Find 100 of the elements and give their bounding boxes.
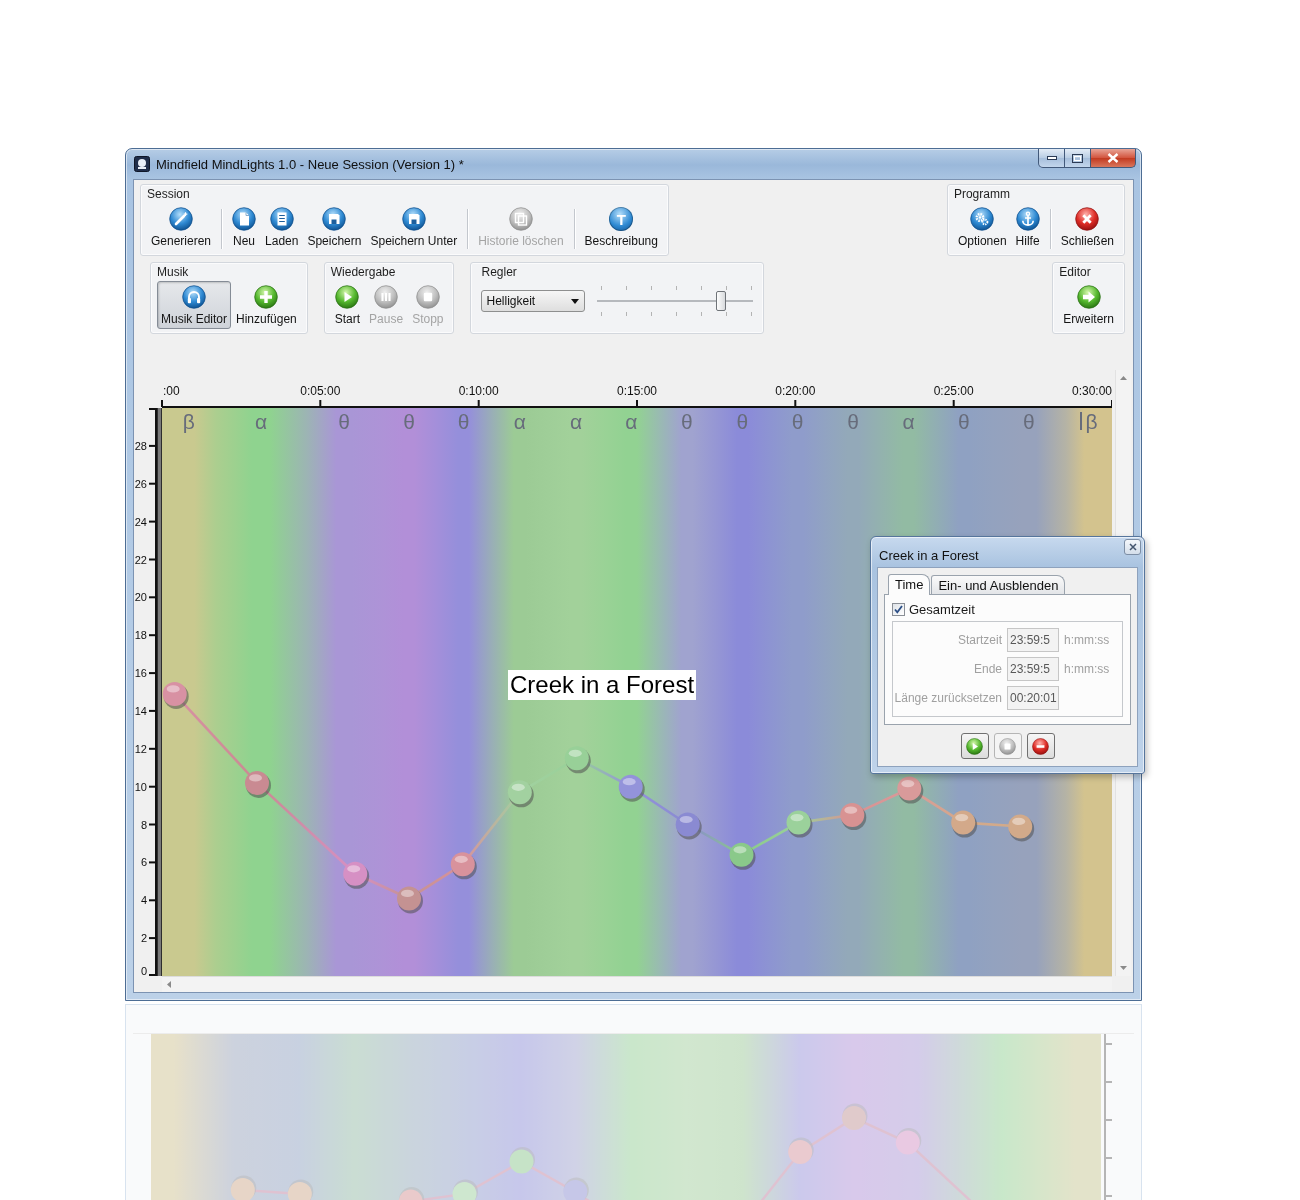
band-label: θ [338,411,350,432]
slider-thumb[interactable] [715,291,726,311]
anchor-icon [1015,207,1040,231]
checkbox[interactable] [892,603,905,616]
band-label: θ [791,411,804,432]
describe-button[interactable]: T Beschreibung [580,203,662,251]
axis-label: 24 [134,515,147,528]
add-button[interactable]: Hinzufügen [232,281,301,329]
time-label: 0:10:00 [458,384,499,398]
arrow-right-icon [1076,285,1101,309]
axis-label: 4 [140,894,147,907]
unit-label: h:mm:ss [1064,662,1111,676]
data-point[interactable] [162,681,189,709]
caret-left-icon [167,981,171,988]
play-icon [335,285,360,309]
data-point[interactable] [1008,814,1035,842]
axis-label: 26 [134,477,147,490]
parameter-dropdown[interactable]: Helligkeit [481,290,586,312]
unit-label: h:mm:ss [1064,633,1111,647]
band-label: θ [736,411,749,432]
axis-label: 16 [134,667,147,680]
close-icon [1128,543,1137,551]
new-button[interactable]: Neu [228,203,261,251]
magic-wand-icon [169,207,193,231]
generate-button[interactable]: Generieren [147,203,216,251]
app-icon [134,156,150,172]
save-as-button[interactable]: Speichern Unter [366,203,462,251]
axis-label: 22 [134,553,147,566]
band-label: α [902,411,915,432]
axis-label: 8 [140,818,147,831]
stop-icon [999,737,1016,755]
pause-icon [374,285,399,309]
play-button[interactable] [960,733,989,759]
pages-icon [508,207,533,231]
data-point[interactable] [507,780,534,808]
data-point[interactable] [343,861,370,889]
close-button[interactable] [1124,539,1141,555]
axis-label: 2 [140,932,147,945]
field-label: Länge zurücksetzen [894,691,1002,705]
field-label: Ende [972,662,1002,676]
list-icon [269,207,294,231]
time-label: 0:05:00 [300,384,341,398]
band-label: α [569,411,583,432]
data-point[interactable] [951,810,978,838]
end-marker [1080,412,1083,430]
plus-icon [254,285,279,309]
group-title: Musik [157,265,189,279]
data-point[interactable] [397,886,423,914]
play-button[interactable]: Start [330,281,365,329]
minus-icon [1032,737,1049,755]
headphones-icon [182,285,206,309]
band-label: α [625,411,638,432]
floppy-disk-icon [401,207,426,231]
time-label: 0:25:00 [933,384,974,398]
data-point[interactable] [618,774,645,802]
letter-icon: T [609,207,634,231]
floppy-disk-icon [322,207,347,231]
data-point[interactable] [450,852,477,880]
caret-down-icon [571,298,580,304]
dialog-title: Creek in a Forest [878,546,979,563]
tab[interactable]: Time [888,574,931,595]
minimize-icon [1046,156,1057,160]
data-point[interactable] [897,776,924,804]
close-icon [1107,153,1119,163]
close-button[interactable]: Schließen [1056,203,1118,251]
play-icon [966,737,983,755]
axis-label: 6 [140,856,147,869]
time-label: 0:20:00 [775,384,816,398]
axis-label: 18 [134,629,147,642]
axis-label: 0 [140,965,147,976]
band-label: α [513,411,526,432]
axis-label: 20 [134,591,147,604]
axis-label: 28 [134,439,147,452]
data-point[interactable] [840,803,867,831]
minimize-button[interactable] [1038,149,1065,168]
group-title: Editor [1059,265,1091,279]
data-point[interactable] [729,842,756,870]
group-title: Programm [953,187,1010,201]
group-title: Regler [481,265,517,279]
checkmark-icon [894,605,903,614]
maximize-button[interactable] [1065,149,1091,168]
band-label: β [182,411,195,432]
save-button[interactable]: Speichern [303,203,366,251]
music-editor-button[interactable]: Musik Editor [157,281,232,329]
data-point[interactable] [786,810,813,838]
data-point[interactable] [675,812,702,840]
help-button[interactable]: Hilfe [1011,203,1044,251]
band-label: θ [457,411,470,432]
close-button[interactable] [1091,149,1136,168]
band-label: θ [403,411,415,432]
data-point[interactable] [564,746,591,774]
load-button[interactable]: Laden [261,203,303,251]
tab[interactable]: Ein- und Ausblenden [931,575,1066,594]
remove-button[interactable] [1026,733,1055,759]
data-point[interactable] [245,770,271,798]
expand-button[interactable]: Erweitern [1059,281,1118,329]
band-label: α [254,411,267,432]
options-button[interactable]: Optionen [953,203,1011,251]
gears-icon [970,207,995,231]
window-title: Mindfield MindLights 1.0 - Neue Session (Version 1) * [156,156,464,172]
